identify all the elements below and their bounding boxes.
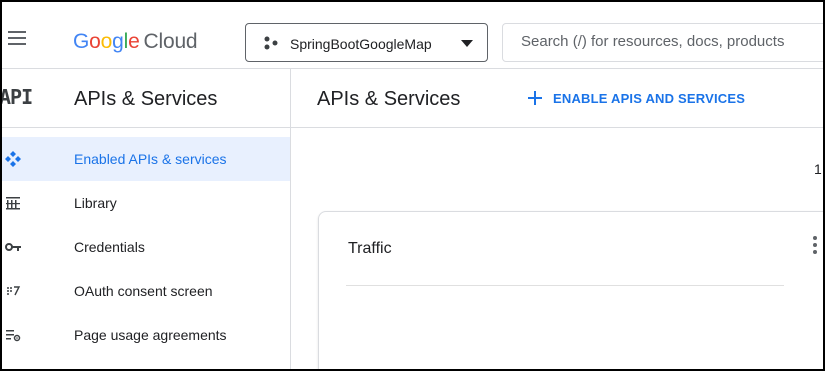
sidebar-item-credentials[interactable]: Credentials — [2, 225, 290, 269]
page-usage-agreements-icon — [6, 330, 21, 342]
logo-letter: G — [73, 30, 90, 53]
sidebar-title: APIs & Services — [74, 88, 218, 110]
sidebar: API APIs & Services Enabled APIs & servi… — [2, 69, 290, 369]
api-icon: API — [0, 85, 33, 109]
logo-letter: o — [100, 30, 113, 53]
sidebar-item-library[interactable]: Library — [2, 181, 290, 225]
sidebar-item-enabled-apis[interactable]: Enabled APIs & services — [2, 137, 290, 181]
library-icon — [6, 197, 20, 210]
project-name: SpringBootGoogleMap — [290, 36, 432, 52]
enabled-apis-icon — [5, 151, 21, 167]
logo-cloud-word: Cloud — [143, 30, 198, 53]
logo-letter: g — [112, 30, 124, 53]
search-input[interactable] — [521, 33, 823, 50]
google-cloud-console-window: GoogleCloud SpringBootGoogleMap API APIs… — [0, 0, 825, 371]
card-title: Traffic — [348, 240, 392, 257]
hamburger-menu-icon[interactable] — [8, 31, 26, 45]
enable-apis-button[interactable]: ENABLE APIS AND SERVICES — [519, 83, 753, 113]
logo-letter: e — [128, 30, 140, 53]
oauth-consent-icon — [7, 286, 21, 296]
sidebar-item-label: Page usage agreements — [74, 327, 227, 343]
sidebar-item-label: Credentials — [74, 239, 145, 255]
google-cloud-logo[interactable]: Google Cloud — [73, 30, 198, 54]
sidebar-header: API APIs & Services — [2, 69, 290, 128]
plus-icon — [528, 91, 542, 105]
sidebar-item-label: Enabled APIs & services — [74, 151, 227, 167]
sidebar-item-label: OAuth consent screen — [74, 283, 213, 299]
project-picker[interactable]: SpringBootGoogleMap — [245, 23, 488, 62]
key-icon — [5, 243, 21, 251]
page-title: APIs & Services — [317, 88, 461, 110]
top-app-bar: Google Cloud SpringBootGoogleMap — [2, 2, 823, 69]
more-options-icon[interactable] — [813, 236, 819, 258]
caret-down-icon — [461, 40, 473, 47]
sidebar-item-oauth-consent[interactable]: OAuth consent screen — [2, 269, 290, 313]
sidebar-item-page-usage-agreements[interactable]: Page usage agreements — [2, 313, 290, 357]
partial-count-text: 1 — [814, 161, 822, 177]
enable-apis-label: ENABLE APIS AND SERVICES — [553, 90, 746, 106]
card-divider — [346, 285, 784, 286]
search-box[interactable] — [502, 23, 823, 62]
logo-letter: o — [89, 30, 101, 53]
main-header: APIs & Services ENABLE APIS AND SERVICES — [291, 69, 823, 128]
traffic-card: Traffic — [318, 211, 823, 369]
sidebar-item-label: Library — [74, 195, 117, 211]
project-hierarchy-icon — [264, 36, 278, 50]
